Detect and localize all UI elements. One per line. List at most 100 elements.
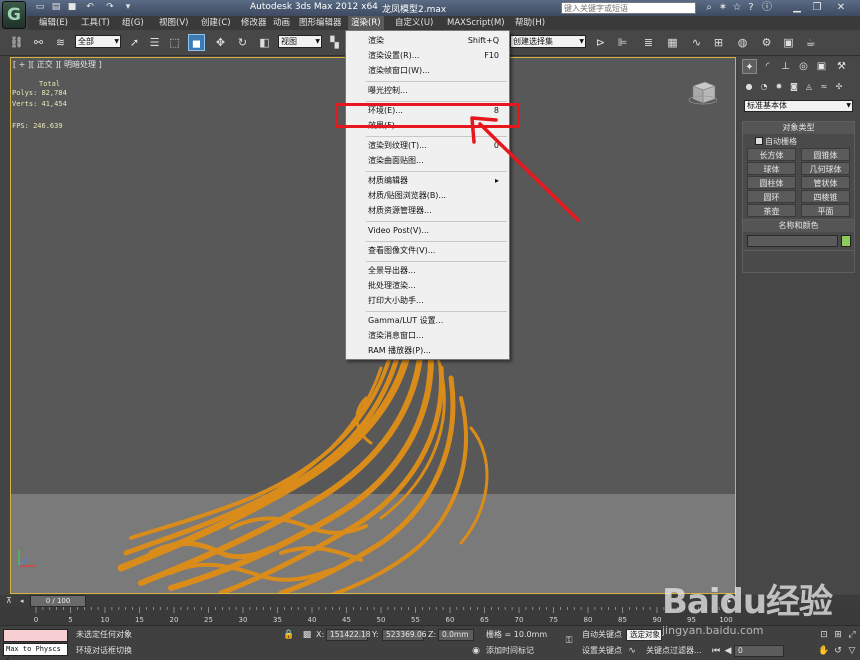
render-menu-item[interactable]: 渲染帧窗口(W)...: [346, 64, 509, 77]
new-file-icon[interactable]: ▭: [34, 2, 46, 13]
search-input[interactable]: [561, 2, 696, 14]
redo-icon[interactable]: ↷: [104, 2, 116, 13]
dragon-model[interactable]: [111, 338, 531, 594]
selection-filter-select[interactable]: 全部: [75, 35, 121, 48]
menu-create[interactable]: 创建(C): [198, 16, 234, 30]
align-icon[interactable]: ⊫: [614, 34, 631, 51]
box-button[interactable]: 长方体: [747, 148, 796, 161]
shapes-icon[interactable]: ◔: [758, 81, 770, 93]
open-file-icon[interactable]: ▤: [50, 2, 62, 13]
menu-graph-editors[interactable]: 图形编辑器: [296, 16, 345, 30]
object-name-field[interactable]: [747, 235, 838, 247]
info-icon[interactable]: ⓘ: [760, 1, 774, 14]
menu-edit[interactable]: 编辑(E): [36, 16, 71, 30]
key-filters-button[interactable]: 关键点过滤器...: [646, 645, 702, 657]
time-slider-toggle-icon[interactable]: ⊼: [6, 596, 20, 606]
pivot-center-icon[interactable]: ▚: [326, 34, 343, 51]
render-menu-item[interactable]: 全景导出器...: [346, 264, 509, 277]
geosphere-button[interactable]: 几何球体: [801, 162, 850, 175]
rectangular-selection-icon[interactable]: ⬚: [166, 34, 183, 51]
menu-tools[interactable]: 工具(T): [78, 16, 113, 30]
curve-editor-icon[interactable]: ∿: [688, 34, 705, 51]
menu-maxscript[interactable]: MAXScript(M): [444, 16, 508, 30]
search-icon[interactable]: ⌕: [702, 1, 716, 14]
name-and-color-title[interactable]: 名称和颜色: [743, 220, 854, 232]
selection-lock-icon[interactable]: 🔒: [283, 629, 295, 641]
display-tab-icon[interactable]: ▣: [814, 59, 829, 74]
restore-icon[interactable]: ❐: [810, 1, 824, 14]
autogrid-checkbox[interactable]: [755, 137, 763, 145]
orbit-icon[interactable]: ↺: [832, 645, 844, 657]
time-slider-handle[interactable]: 0 / 100: [30, 595, 86, 607]
project-folder-icon[interactable]: ▾: [122, 2, 134, 13]
layer-manager-icon[interactable]: ≣: [640, 34, 657, 51]
render-setup-icon[interactable]: ⚙: [758, 34, 775, 51]
close-icon[interactable]: ✕: [834, 1, 848, 14]
menu-group[interactable]: 组(G): [119, 16, 147, 30]
pyramid-button[interactable]: 四棱锥: [801, 190, 850, 203]
object-color-swatch[interactable]: [841, 235, 851, 247]
help-icon[interactable]: ?: [744, 1, 758, 14]
communication-center-icon[interactable]: ✶: [716, 1, 730, 14]
cameras-icon[interactable]: ◙: [788, 81, 800, 93]
hierarchy-tab-icon[interactable]: ⊥: [778, 59, 793, 74]
render-menu-item[interactable]: 查看图像文件(V)...: [346, 244, 509, 257]
named-selection-set-select[interactable]: 创建选择集: [510, 35, 586, 48]
schematic-view-icon[interactable]: ⊞: [710, 34, 727, 51]
bind-space-warp-icon[interactable]: ≋: [52, 34, 69, 51]
render-menu-item[interactable]: 打印大小助手...: [346, 294, 509, 307]
maxscript-mini-listener[interactable]: Max to Physcs (: [3, 643, 68, 660]
menu-help[interactable]: 帮助(H): [512, 16, 548, 30]
render-production-icon[interactable]: ☕: [802, 34, 819, 51]
z-coordinate-field[interactable]: 0.0mm: [438, 629, 474, 641]
x-coordinate-field[interactable]: 151422.18: [326, 629, 371, 641]
tube-button[interactable]: 管状体: [801, 176, 850, 189]
track-ruler[interactable]: 0 5 10 15 20 25 30 35 40 45 50 55 60 65 70 75 80 85 90 95 10…: [32, 607, 734, 625]
select-and-scale-icon[interactable]: ◧: [256, 34, 273, 51]
select-and-link-icon[interactable]: ⛓: [8, 34, 25, 51]
y-coordinate-field[interactable]: 523369.06: [382, 629, 427, 641]
select-by-name-icon[interactable]: ☰: [146, 34, 163, 51]
go-to-start-icon[interactable]: ⏮: [710, 645, 722, 657]
menu-modifiers[interactable]: 修改器: [238, 16, 270, 30]
pan-view-icon[interactable]: ✋: [818, 645, 830, 657]
minimize-icon[interactable]: ▁: [790, 1, 804, 14]
undo-icon[interactable]: ↶: [84, 2, 96, 13]
select-and-move-icon[interactable]: ✥: [212, 34, 229, 51]
add-time-tag[interactable]: 添加时间标记: [486, 645, 534, 657]
set-key-button[interactable]: 设置关键点: [582, 645, 622, 657]
current-frame-field[interactable]: 0: [734, 645, 784, 657]
object-type-title[interactable]: 对象类型: [743, 122, 854, 134]
render-menu-item[interactable]: 曝光控制...: [346, 84, 509, 97]
reference-coordinate-select[interactable]: 视图: [278, 35, 322, 48]
render-menu-item[interactable]: 渲染设置(R)... F10: [346, 49, 509, 62]
unlink-icon[interactable]: ⚯: [30, 34, 47, 51]
geometry-icon[interactable]: ●: [743, 81, 755, 93]
space-warps-icon[interactable]: ≈: [818, 81, 830, 93]
menu-customize[interactable]: 自定义(U): [392, 16, 436, 30]
systems-icon[interactable]: ✣: [833, 81, 845, 93]
select-and-rotate-icon[interactable]: ↻: [234, 34, 251, 51]
previous-key-icon[interactable]: ◀: [722, 645, 734, 657]
material-editor-icon[interactable]: ◍: [734, 34, 751, 51]
absolute-mode-icon[interactable]: ▩: [301, 629, 313, 641]
graphite-toolbar-icon[interactable]: ▦: [664, 34, 681, 51]
sphere-button[interactable]: 球体: [747, 162, 796, 175]
plane-button[interactable]: 平面: [801, 204, 850, 217]
viewport-label[interactable]: [ + ][ 正交 ][ 明暗处理 ]: [13, 59, 102, 70]
prev-frame-icon[interactable]: ◂: [20, 597, 24, 605]
render-menu-item[interactable]: 渲染消息窗口...: [346, 329, 509, 342]
render-menu-item[interactable]: Gamma/LUT 设置...: [346, 314, 509, 327]
field-of-view-icon[interactable]: ▽: [846, 645, 858, 657]
teapot-button[interactable]: 茶壶: [747, 204, 796, 217]
modify-tab-icon[interactable]: ◜: [760, 59, 775, 74]
menu-views[interactable]: 视图(V): [156, 16, 191, 30]
key-icon[interactable]: ⚿: [560, 635, 578, 647]
render-menu-item[interactable]: 渲染 Shift+Q: [346, 34, 509, 47]
app-logo-icon[interactable]: G: [2, 1, 26, 29]
select-object-icon[interactable]: ➚: [126, 34, 143, 51]
cone-button[interactable]: 圆锥体: [801, 148, 850, 161]
utilities-tab-icon[interactable]: ⚒: [834, 59, 849, 74]
torus-button[interactable]: 圆环: [747, 190, 796, 203]
render-menu-item[interactable]: RAM 播放器(P)...: [346, 344, 509, 357]
